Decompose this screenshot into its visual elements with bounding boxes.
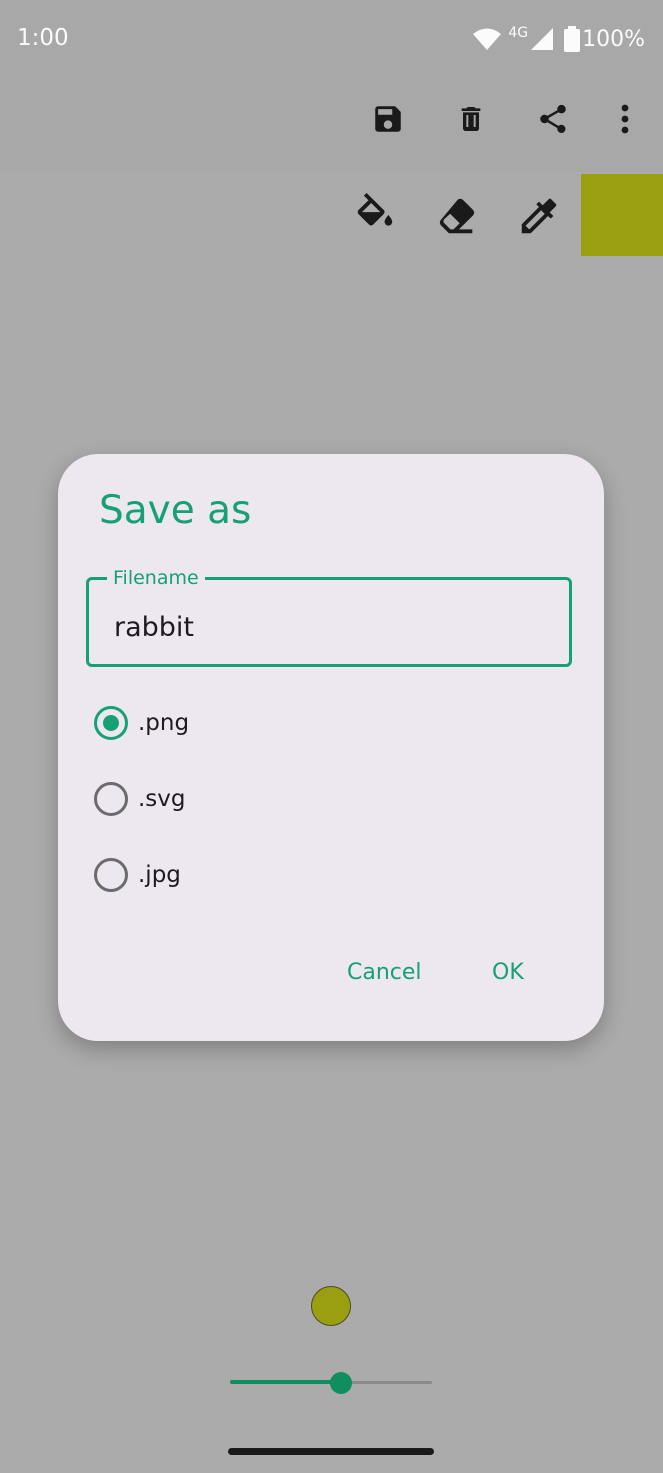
format-label-svg: .svg [138,786,186,812]
fill-bucket-icon[interactable] [351,192,399,240]
status-time: 1:00 [17,25,69,51]
battery-level: 100% [582,26,645,52]
battery-icon [564,26,581,52]
filename-label: Filename [107,566,205,590]
save-as-dialog: Save as Filename .png .svg .jpg Cancel O… [58,454,604,1041]
brush-size-slider[interactable] [230,1368,432,1398]
eraser-icon[interactable] [433,192,481,240]
format-option-svg[interactable]: .svg [94,777,186,821]
dialog-title: Save as [99,488,252,533]
radio-png[interactable] [94,706,128,740]
tools-row [0,172,663,258]
filename-input[interactable] [114,607,534,647]
brush-preview [311,1286,351,1326]
format-label-png: .png [138,710,190,736]
delete-icon[interactable] [451,99,491,139]
format-option-jpg[interactable]: .jpg [94,853,181,897]
wifi-icon [473,28,502,50]
status-icons: 4G 100% [472,24,645,54]
ok-button[interactable]: OK [484,954,532,991]
save-icon[interactable] [368,99,408,139]
current-color-swatch[interactable] [581,174,663,256]
slider-thumb[interactable] [330,1372,352,1394]
radio-jpg[interactable] [94,858,128,892]
format-option-png[interactable]: .png [94,701,189,745]
filename-field[interactable]: Filename [86,566,572,667]
share-icon[interactable] [533,99,573,139]
more-vert-icon[interactable] [605,99,645,139]
gesture-nav-handle[interactable] [228,1448,434,1455]
format-label-jpg: .jpg [138,862,181,888]
signal-icon [531,28,554,50]
status-bar: 1:00 4G 100% [0,0,663,78]
top-toolbar [0,78,663,172]
slider-track-fill [230,1380,341,1384]
eyedropper-icon[interactable] [515,192,563,240]
radio-svg[interactable] [94,782,128,816]
network-type: 4G [508,25,529,41]
cancel-button[interactable]: Cancel [339,954,430,991]
